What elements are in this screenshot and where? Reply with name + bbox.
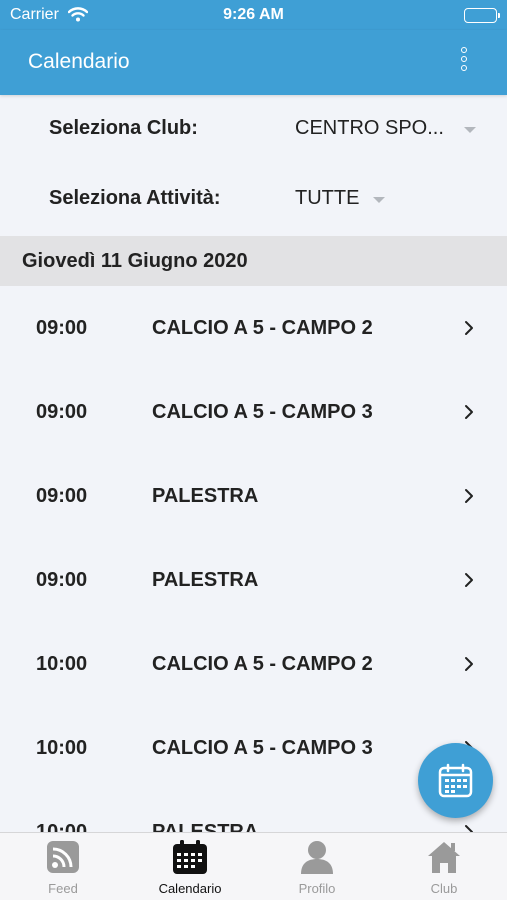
calendar-icon (173, 840, 207, 874)
event-activity: CALCIO A 5 - CAMPO 2 (152, 653, 373, 675)
date-header-label: Giovedì 11 Giugno 2020 (22, 250, 248, 272)
event-row[interactable]: 09:00 CALCIO A 5 - CAMPO 3 (0, 370, 507, 454)
tab-feed[interactable]: Feed (0, 833, 126, 900)
chevron-right-icon (464, 656, 474, 677)
event-activity: CALCIO A 5 - CAMPO 3 (152, 737, 373, 759)
feed-icon (47, 841, 79, 873)
nav-bar: Calendario (0, 30, 507, 95)
profile-icon (301, 841, 333, 874)
tab-feed-label: Feed (48, 881, 78, 896)
page-title: Calendario (28, 50, 130, 73)
chevron-down-icon[interactable] (373, 197, 385, 203)
club-selector-dropdown[interactable]: CENTRO SPO... (295, 117, 444, 140)
event-activity: PALESTRA (152, 485, 259, 507)
activity-selector-row: Seleziona Attività: TUTTE (0, 165, 507, 235)
activity-selector-label: Seleziona Attività: (49, 187, 221, 209)
event-row[interactable]: 09:00 PALESTRA (0, 538, 507, 622)
chevron-down-icon[interactable] (464, 127, 476, 133)
more-vertical-icon[interactable] (457, 47, 471, 77)
event-activity: PALESTRA (152, 569, 259, 591)
event-activity: CALCIO A 5 - CAMPO 3 (152, 401, 373, 423)
event-time: 09:00 (36, 317, 88, 339)
status-bar: Carrier 9:26 AM (0, 0, 507, 30)
date-section-header: Giovedì 11 Giugno 2020 (0, 236, 507, 286)
home-icon (428, 842, 460, 873)
tab-profilo[interactable]: Profilo (254, 833, 380, 900)
battery-icon (464, 8, 500, 23)
event-activity: CALCIO A 5 - CAMPO 2 (152, 317, 373, 339)
tab-calendario-label: Calendario (158, 881, 222, 896)
event-time: 10:00 (36, 821, 88, 832)
tab-profilo-label: Profilo (298, 881, 336, 896)
chevron-right-icon (464, 404, 474, 425)
chevron-right-icon (464, 320, 474, 341)
event-time: 10:00 (36, 653, 88, 675)
event-row[interactable]: 09:00 CALCIO A 5 - CAMPO 2 (0, 286, 507, 370)
event-activity: PALESTRA (152, 821, 259, 832)
chevron-right-icon (464, 572, 474, 593)
club-selector-label: Seleziona Club: (49, 117, 198, 139)
event-row[interactable]: 09:00 PALESTRA (0, 454, 507, 538)
event-time: 10:00 (36, 737, 88, 759)
event-time: 09:00 (36, 569, 88, 591)
calendar-icon (438, 763, 473, 798)
tab-calendario[interactable]: Calendario (127, 833, 253, 900)
event-time: 09:00 (36, 401, 88, 423)
tab-club[interactable]: Club (381, 833, 507, 900)
event-row[interactable]: 10:00 CALCIO A 5 - CAMPO 2 (0, 622, 507, 706)
status-time: 9:26 AM (223, 6, 284, 23)
events-list[interactable]: 09:00 CALCIO A 5 - CAMPO 2 09:00 CALCIO … (0, 286, 507, 832)
chevron-right-icon (464, 824, 474, 832)
chevron-right-icon (464, 488, 474, 509)
event-time: 09:00 (36, 485, 88, 507)
tab-bar: Feed Calendario Profilo Club (0, 832, 507, 900)
activity-selector-dropdown[interactable]: TUTTE (295, 187, 359, 210)
tab-club-label: Club (430, 881, 458, 896)
calendar-fab-button[interactable] (418, 743, 493, 818)
club-selector-row: Seleziona Club: CENTRO SPO... (0, 95, 507, 165)
